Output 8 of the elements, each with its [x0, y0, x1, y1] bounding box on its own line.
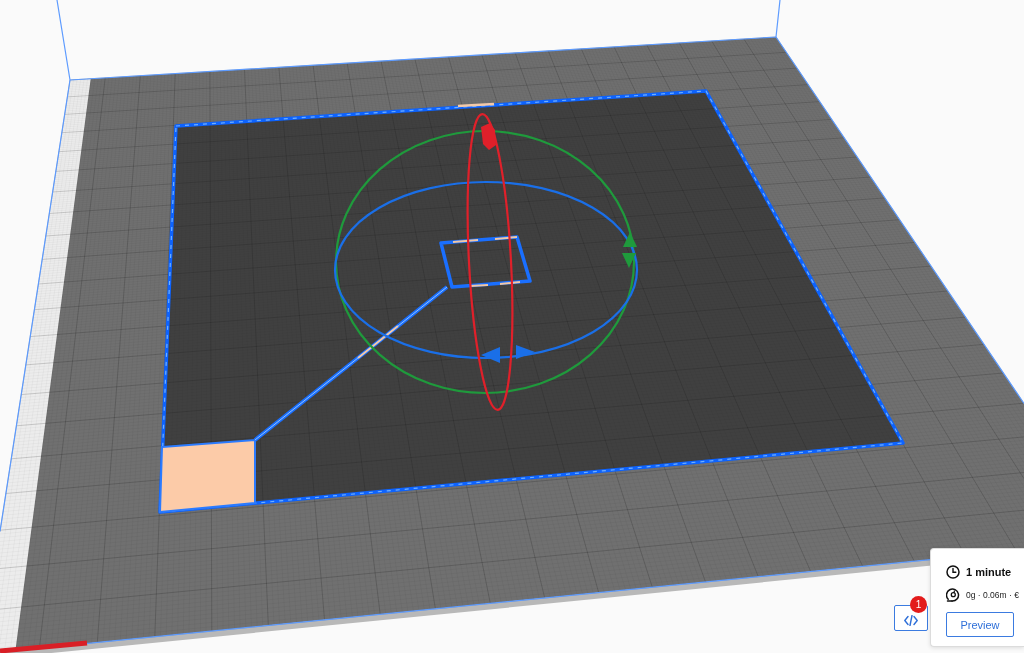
- print-time-text: 1 minute: [966, 566, 1012, 578]
- clock-icon: [946, 565, 960, 579]
- rotate-gizmo[interactable]: [333, 113, 639, 411]
- notification-badge: 1: [910, 596, 927, 613]
- preview-button[interactable]: Preview: [946, 612, 1014, 637]
- spool-icon: [946, 588, 960, 602]
- material-estimate-text: 0g · 0.06m · €: [966, 590, 1019, 600]
- code-icon: [904, 615, 918, 626]
